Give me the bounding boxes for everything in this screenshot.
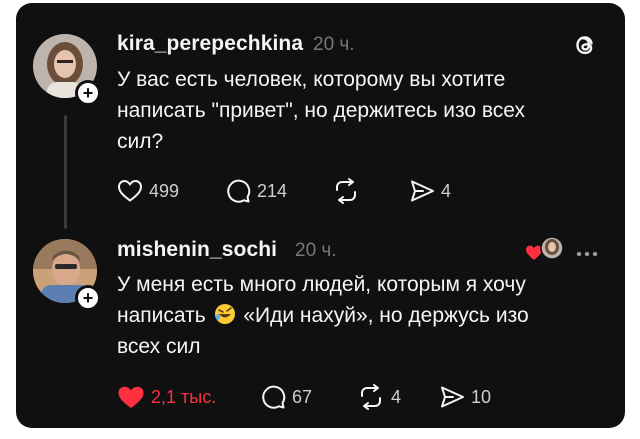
reply-button[interactable]: 67 (260, 382, 312, 412)
post-text-line: сил? (117, 130, 164, 153)
repost-count: 4 (391, 386, 402, 407)
reply-text-line: написать «Иди нахуй», но держусь изо (117, 300, 529, 331)
heart-filled-icon (118, 386, 144, 408)
reply-text-line: всех сил (117, 335, 201, 358)
timestamp: 20 ч. (295, 240, 337, 261)
repost-button[interactable]: 4 (357, 382, 401, 412)
send-icon (411, 180, 434, 202)
post-actions: 499 214 4 (117, 176, 517, 206)
share-count: 4 (441, 180, 452, 201)
reply-text-before-emoji: написать (117, 304, 206, 327)
thread-line (64, 115, 67, 229)
like-count: 499 (149, 180, 180, 201)
reply-text: У меня есть много людей, которым я хочу … (117, 269, 529, 362)
share-count: 10 (471, 386, 492, 407)
repost-button[interactable] (332, 176, 360, 206)
username[interactable]: kira_perepechkina (117, 32, 303, 56)
liked-by-author-badge (524, 236, 568, 266)
reply-count: 67 (292, 386, 313, 407)
reply-actions: 2,1 тыс. 67 4 10 (117, 382, 537, 412)
username[interactable]: mishenin_sochi (117, 238, 277, 262)
reply-text-after-emoji: «Иди нахуй», но держусь изо (243, 304, 529, 327)
timestamp: 20 ч. (313, 34, 355, 55)
like-button[interactable]: 499 (117, 176, 179, 206)
comment-icon (227, 179, 251, 203)
reply-text-line: У меня есть много людей, которым я хочу (117, 273, 526, 296)
send-icon (441, 386, 464, 408)
like-count: 2,1 тыс. (151, 386, 217, 407)
rolling-on-floor-laughing-icon (214, 303, 236, 325)
threads-card: + kira_perepechkina 20 ч. У вас есть чел… (16, 3, 625, 428)
heart-icon (117, 179, 143, 202)
post-text-line: написать "привет", но держитесь изо всех (117, 99, 525, 122)
reply-count: 214 (257, 180, 288, 201)
repost-icon (336, 178, 356, 204)
like-button[interactable]: 2,1 тыс. (117, 382, 216, 412)
follow-button[interactable]: + (75, 80, 101, 106)
share-button[interactable]: 10 (439, 382, 491, 412)
share-button[interactable]: 4 (409, 176, 451, 206)
post-text: У вас есть человек, которому вы хотите н… (117, 64, 525, 157)
threads-logo-icon[interactable] (572, 31, 598, 64)
comment-icon (262, 385, 286, 409)
more-options-icon[interactable] (572, 239, 602, 274)
follow-button[interactable]: + (75, 285, 101, 311)
post-text-line: У вас есть человек, которому вы хотите (117, 68, 506, 91)
reply-button[interactable]: 214 (225, 176, 287, 206)
repost-icon (361, 384, 381, 410)
